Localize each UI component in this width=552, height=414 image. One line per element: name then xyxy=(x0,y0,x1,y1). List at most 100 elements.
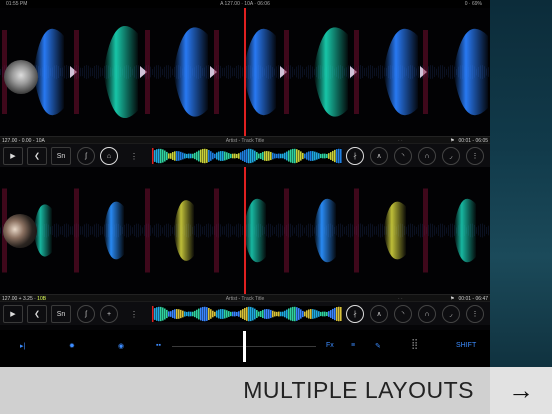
wave-bg-line xyxy=(208,223,209,238)
crossfader-handle[interactable] xyxy=(243,331,246,362)
overview-bar xyxy=(282,153,284,159)
overview-bar xyxy=(182,152,184,160)
wave-bg-line xyxy=(66,223,67,238)
overview-bar xyxy=(178,151,180,161)
grid-icon[interactable]: ▪▪ xyxy=(156,342,161,349)
overview-bar xyxy=(294,148,296,164)
wave-bg-line xyxy=(208,65,209,79)
pads-icon[interactable]: ⣿ xyxy=(411,339,418,350)
wave-bg-line xyxy=(438,66,439,78)
deck-a-menu-button[interactable]: ⋮ xyxy=(130,147,138,165)
deck-b-sync-button[interactable]: Sn xyxy=(51,305,71,323)
deck-b-fx-6[interactable]: ⋮ xyxy=(466,305,484,323)
wave-bg-line xyxy=(162,227,163,234)
wave-bg-line xyxy=(90,226,91,235)
deck-a-fx-2[interactable]: ∧ xyxy=(370,147,388,165)
overview-bar xyxy=(192,153,194,159)
wave-bg-line xyxy=(158,65,159,79)
wave-bg-line xyxy=(0,69,1,75)
list-icon[interactable]: ≡ xyxy=(351,342,355,349)
overview-bar xyxy=(328,153,330,159)
overview-bar xyxy=(182,310,184,318)
wave-bg-line xyxy=(478,225,479,236)
deck-b-fx-1[interactable]: ∤ xyxy=(346,305,364,323)
deck-a-playhead xyxy=(244,8,246,136)
deck-a-loop-button[interactable]: ʃ xyxy=(77,147,95,165)
arrow-right-icon[interactable]: → xyxy=(490,367,552,414)
wave-bg-line xyxy=(222,67,223,77)
deck-a-home-button[interactable]: ⌂ xyxy=(100,147,118,165)
overview-bar xyxy=(184,153,186,159)
fx-button[interactable]: Fx xyxy=(326,342,334,349)
overview-bar xyxy=(246,149,248,163)
overview-bar xyxy=(264,309,266,319)
deck-a-play-button[interactable]: ▶ xyxy=(3,147,23,165)
deck-b-play-button[interactable]: ▶ xyxy=(3,305,23,323)
overview-bar xyxy=(252,307,254,321)
record-icon[interactable]: ◉ xyxy=(118,342,124,350)
overview-bar xyxy=(306,310,308,318)
shift-button[interactable]: SHIFT xyxy=(456,342,476,349)
overview-bar xyxy=(186,311,188,317)
overview-bar xyxy=(320,311,322,317)
deck-b-fx-3[interactable]: ◝ xyxy=(394,305,412,323)
overview-bar xyxy=(212,310,214,318)
overview-bar xyxy=(196,151,198,161)
deck-b-cue-button[interactable]: ❮ xyxy=(27,305,47,323)
overview-bar xyxy=(310,151,312,161)
deck-b-fx-2[interactable]: ∧ xyxy=(370,305,388,323)
overview-bar xyxy=(276,153,278,159)
overview-bar xyxy=(330,152,332,160)
wave-bg-line xyxy=(204,225,205,236)
deck-b-menu-button[interactable]: ⋮ xyxy=(130,305,138,323)
overview-bar xyxy=(198,308,200,320)
wave-bg-line xyxy=(304,227,305,234)
wave-bg-line xyxy=(238,65,239,79)
wave-bg-line xyxy=(230,224,231,237)
wave-bg-line xyxy=(206,224,207,237)
deck-b-fx-5[interactable]: ◞ xyxy=(442,305,460,323)
wave-bg-line xyxy=(90,67,91,77)
wave-bg-line xyxy=(88,224,89,237)
wave-bg-line xyxy=(234,226,235,235)
deck-b-add-button[interactable]: + xyxy=(100,305,118,323)
deck-a-cue-button[interactable]: ❮ xyxy=(27,147,47,165)
overview-bar xyxy=(270,309,272,319)
overview-bar xyxy=(298,308,300,320)
deck-a-fx-6[interactable]: ⋮ xyxy=(466,147,484,165)
overview-bar xyxy=(280,311,282,317)
wave-bg-line xyxy=(310,223,311,238)
wave-bg-line xyxy=(484,224,485,237)
wave-bg-line xyxy=(224,226,225,235)
overview-bar xyxy=(240,310,242,318)
wave-bg-line xyxy=(92,68,93,76)
deck-a-fx-5[interactable]: ◞ xyxy=(442,147,460,165)
deck-a-fx-3[interactable]: ◝ xyxy=(394,147,412,165)
overview-bar xyxy=(254,308,256,320)
wave-bg-line xyxy=(442,65,443,79)
edit-icon[interactable]: ✎ xyxy=(375,342,381,350)
overview-bar xyxy=(242,309,244,319)
overview-bar xyxy=(174,151,176,161)
overview-bar xyxy=(314,309,316,319)
wave-bg-line xyxy=(54,224,55,237)
deck-a-fx-4[interactable]: ∩ xyxy=(418,147,436,165)
wave-bg-line xyxy=(236,65,237,79)
deck-b-loop-button[interactable]: ʃ xyxy=(77,305,95,323)
wave-bg-line xyxy=(82,226,83,235)
deck-a-overview[interactable] xyxy=(152,148,342,164)
overview-bar xyxy=(328,311,330,317)
deck-b-overview[interactable] xyxy=(152,306,342,322)
deck-a-fx-1[interactable]: ∤ xyxy=(346,147,364,165)
settings-icon[interactable]: ✹ xyxy=(69,342,75,350)
deck-b-fx-4[interactable]: ∩ xyxy=(418,305,436,323)
overview-bar xyxy=(228,311,230,317)
wave-bg-line xyxy=(414,225,415,236)
wave-bg-line xyxy=(224,67,225,77)
wave-bg-line xyxy=(172,68,173,76)
deck-a-sync-button[interactable]: Sn xyxy=(51,147,71,165)
wave-bg-line xyxy=(340,223,341,238)
overview-bar xyxy=(228,153,230,159)
split-icon[interactable]: ▸| xyxy=(20,342,25,350)
overview-bar xyxy=(320,153,322,159)
